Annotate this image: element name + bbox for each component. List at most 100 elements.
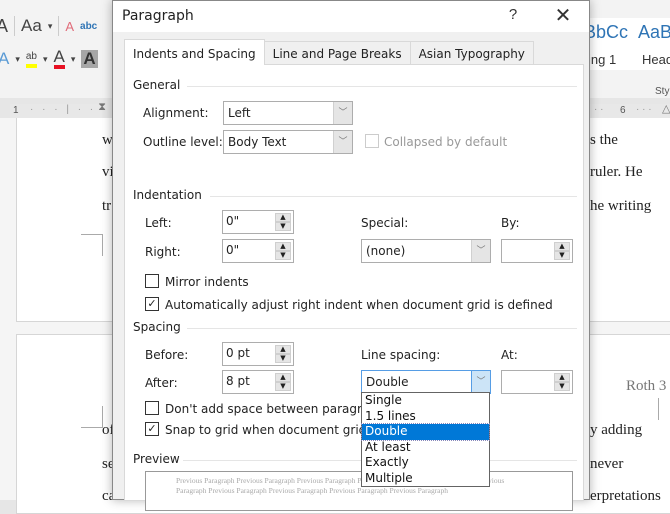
spacing-before-label: Before: <box>145 348 189 362</box>
outline-level-value: Body Text <box>228 135 287 149</box>
chevron-down-icon[interactable]: ﹀ <box>333 102 352 124</box>
chevron-down-icon[interactable]: ﹀ <box>333 131 352 153</box>
spin-down-icon[interactable]: ▼ <box>554 251 570 260</box>
chevron-down-icon[interactable]: ﹀ <box>471 371 490 393</box>
at-label: At: <box>501 348 518 362</box>
collapsed-by-default-checkbox[interactable] <box>365 134 379 148</box>
styles-group-label: Sty <box>655 86 670 97</box>
ribbon-font-row1: A Aa ▾ A abc <box>0 13 97 39</box>
divider <box>58 16 60 36</box>
margin-corner-mark <box>81 234 103 256</box>
divider <box>187 86 577 87</box>
close-button[interactable]: ✕ <box>551 3 575 28</box>
special-label: Special: <box>361 216 409 230</box>
character-shading-button[interactable]: A <box>81 50 98 68</box>
chevron-down-icon[interactable]: ﹀ <box>471 240 490 262</box>
left-indent-label: Left: <box>145 216 172 230</box>
ruler-right[interactable]: · · 6 · · · △ <box>590 102 670 118</box>
style-heading1-name: ing 1 <box>588 52 617 67</box>
special-value: (none) <box>366 244 406 258</box>
tab-asian-typography[interactable]: Asian Typography <box>409 41 534 65</box>
clear-formatting-button[interactable]: A <box>65 19 74 34</box>
group-title-general: General <box>133 78 181 92</box>
line-spacing-select[interactable]: Double ﹀ <box>361 370 491 394</box>
ruler-number: 1 <box>13 105 19 116</box>
ruler-left[interactable]: 1 · · · | · · · ⧗ <box>10 101 106 126</box>
doc-text-line: he writing <box>590 198 652 214</box>
line-spacing-option-1-5-lines[interactable]: 1.5 lines <box>362 409 489 425</box>
indent-marker-icon[interactable]: ⧗ <box>98 101 106 114</box>
doc-text-line: y adding <box>590 422 643 438</box>
by-spinner[interactable]: ▲ ▼ <box>501 239 573 263</box>
doc-text-line: s the <box>590 132 618 148</box>
right-indent-spinner[interactable]: 0" ▲ ▼ <box>222 239 294 263</box>
spin-down-icon[interactable]: ▼ <box>275 222 291 231</box>
by-label: By: <box>501 216 520 230</box>
mirror-indents-checkbox[interactable] <box>145 274 159 288</box>
spin-up-icon[interactable]: ▲ <box>275 373 291 382</box>
alignment-value: Left <box>228 106 251 120</box>
divider <box>14 16 16 36</box>
style-heading1-sample[interactable]: BbCc <box>584 22 628 43</box>
margin-corner-mark <box>81 406 103 428</box>
line-spacing-option-multiple[interactable]: Multiple <box>362 471 489 487</box>
chevron-down-icon: ▾ <box>47 20 53 31</box>
alignment-select[interactable]: Left ﹀ <box>223 101 353 125</box>
auto-adjust-indent-checkbox[interactable]: ✓ <box>145 297 159 311</box>
styles-gallery[interactable]: BbCc ing 1 AaBb Head <box>583 18 670 70</box>
ruler-ticks: · · <box>594 104 604 115</box>
font-color-button[interactable]: A <box>53 48 65 69</box>
spin-down-icon[interactable]: ▼ <box>275 251 291 260</box>
left-indent-spinner[interactable]: 0" ▲ ▼ <box>222 210 294 234</box>
text-effects-button[interactable]: abc <box>80 21 97 32</box>
right-indent-marker-icon[interactable]: △ <box>662 102 670 115</box>
line-spacing-option-double[interactable]: Double <box>361 423 490 441</box>
dialog-title: Paragraph <box>122 8 194 24</box>
style-heading2-name: Head <box>642 52 670 67</box>
page-header-text: Roth 3 <box>626 378 667 394</box>
highlight-button[interactable]: ab <box>25 50 37 68</box>
tab-line-and-page-breaks[interactable]: Line and Page Breaks <box>263 41 411 65</box>
line-spacing-value: Double <box>366 375 409 389</box>
doc-text-line: tr <box>102 198 112 214</box>
style-heading2-sample[interactable]: AaBb <box>638 22 670 43</box>
spin-up-icon[interactable]: ▲ <box>554 242 570 251</box>
spin-up-icon[interactable]: ▲ <box>275 345 291 354</box>
special-select[interactable]: (none) ﹀ <box>361 239 491 263</box>
spin-down-icon[interactable]: ▼ <box>554 382 570 391</box>
spin-up-icon[interactable]: ▲ <box>554 373 570 382</box>
spacing-before-spinner[interactable]: 0 pt ▲ ▼ <box>222 342 294 366</box>
at-spinner[interactable]: ▲ ▼ <box>501 370 573 394</box>
dont-add-space-checkbox[interactable] <box>145 401 159 415</box>
outline-level-select[interactable]: Body Text ﹀ <box>223 130 353 154</box>
text-outline-icon[interactable]: A <box>0 49 9 69</box>
group-title-indentation: Indentation <box>133 188 202 202</box>
line-spacing-option-single[interactable]: Single <box>362 393 489 409</box>
margin-corner-mark <box>658 398 670 420</box>
right-indent-label: Right: <box>145 245 181 259</box>
doc-text-line: ruler. He <box>590 164 643 180</box>
preview-line: Paragraph Previous Paragraph Previous Pa… <box>176 486 449 495</box>
auto-adjust-indent-label: Automatically adjust right indent when d… <box>165 298 553 312</box>
divider <box>187 328 577 329</box>
grow-font-button[interactable]: A <box>0 16 8 37</box>
spin-up-icon[interactable]: ▲ <box>275 213 291 222</box>
collapsed-by-default-label: Collapsed by default <box>384 135 508 149</box>
spin-up-icon[interactable]: ▲ <box>275 242 291 251</box>
spin-down-icon[interactable]: ▼ <box>275 354 291 363</box>
dialog-titlebar[interactable]: Paragraph ? ✕ <box>113 1 589 32</box>
group-title-spacing: Spacing <box>133 320 181 334</box>
dialog-tabs: Indents and Spacing Line and Page Breaks… <box>124 39 534 65</box>
spacing-after-spinner[interactable]: 8 pt ▲ ▼ <box>222 370 294 394</box>
spin-down-icon[interactable]: ▼ <box>275 382 291 391</box>
ribbon-font-row2: A ▾ ab ▾ A ▾ A <box>0 46 98 72</box>
change-case-button[interactable]: Aa <box>21 16 42 36</box>
chevron-down-icon: ▾ <box>70 53 76 64</box>
tab-indents-and-spacing[interactable]: Indents and Spacing <box>124 39 265 65</box>
line-spacing-dropdown-list: Single 1.5 lines Double At least Exactly… <box>361 392 490 487</box>
snap-to-grid-checkbox[interactable]: ✓ <box>145 422 159 436</box>
line-spacing-option-at-least[interactable]: At least <box>362 440 489 456</box>
help-button[interactable]: ? <box>505 6 521 23</box>
spacing-after-label: After: <box>145 376 178 390</box>
line-spacing-option-exactly[interactable]: Exactly <box>362 455 489 471</box>
